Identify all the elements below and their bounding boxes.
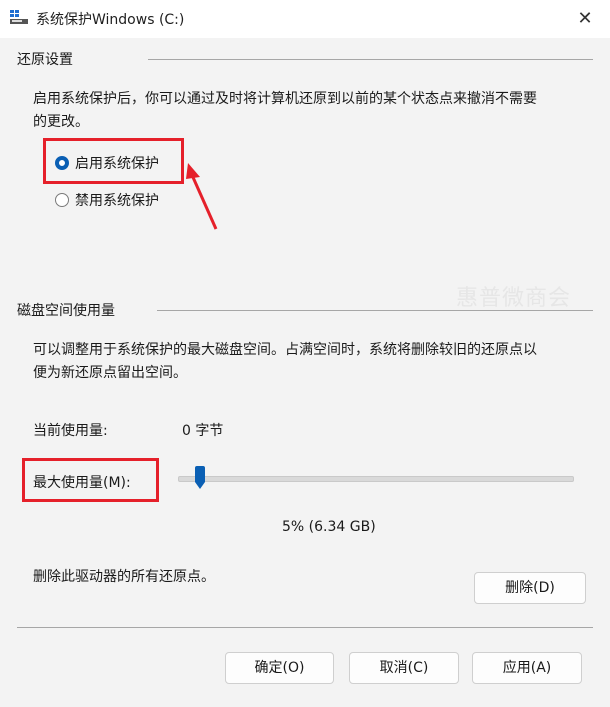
- max-usage-slider-thumb[interactable]: [194, 466, 206, 490]
- apply-button[interactable]: 应用(A): [472, 652, 582, 684]
- disable-protection-radio[interactable]: 禁用系统保护: [55, 189, 159, 211]
- disk-section-divider: [157, 310, 593, 311]
- watermark: 惠普微商会: [456, 286, 572, 311]
- highlight-box-max-usage: [22, 458, 159, 502]
- restore-description: 启用系统保护后，你可以通过及时将计算机还原到以前的某个状态点来撤消不需要 的更改…: [33, 88, 537, 134]
- restore-description-line2: 的更改。: [33, 114, 89, 130]
- ok-button[interactable]: 确定(O): [225, 652, 334, 684]
- close-icon[interactable]: ✕: [572, 6, 598, 32]
- restore-settings-heading: 还原设置: [17, 52, 73, 68]
- disable-protection-label: 禁用系统保护: [75, 193, 159, 209]
- window-title: 系统保护Windows (C:): [36, 12, 185, 28]
- disk-usage-heading: 磁盘空间使用量: [17, 303, 115, 319]
- max-usage-slider-track[interactable]: [178, 476, 574, 482]
- footer-divider: [17, 627, 593, 628]
- restore-section-divider: [148, 59, 593, 60]
- title-bar: 系统保护Windows (C:) ✕: [0, 0, 610, 38]
- cancel-button[interactable]: 取消(C): [349, 652, 459, 684]
- system-protection-icon: [10, 10, 28, 24]
- delete-description: 删除此驱动器的所有还原点。: [33, 569, 215, 585]
- delete-button[interactable]: 删除(D): [474, 572, 586, 604]
- annotation-arrow-icon: [186, 163, 218, 230]
- current-usage-value: 0 字节: [182, 423, 224, 439]
- current-usage-label: 当前使用量:: [33, 423, 108, 439]
- restore-description-line1: 启用系统保护后，你可以通过及时将计算机还原到以前的某个状态点来撤消不需要: [33, 91, 537, 107]
- disk-description-line1: 可以调整用于系统保护的最大磁盘空间。占满空间时，系统将删除较旧的还原点以: [33, 342, 537, 358]
- radio-unchecked-icon[interactable]: [55, 193, 69, 207]
- highlight-box-enable: [43, 138, 184, 184]
- disk-description: 可以调整用于系统保护的最大磁盘空间。占满空间时，系统将删除较旧的还原点以 便为新…: [33, 339, 537, 385]
- disk-description-line2: 便为新还原点留出空间。: [33, 365, 187, 381]
- max-usage-value: 5% (6.34 GB): [282, 519, 376, 535]
